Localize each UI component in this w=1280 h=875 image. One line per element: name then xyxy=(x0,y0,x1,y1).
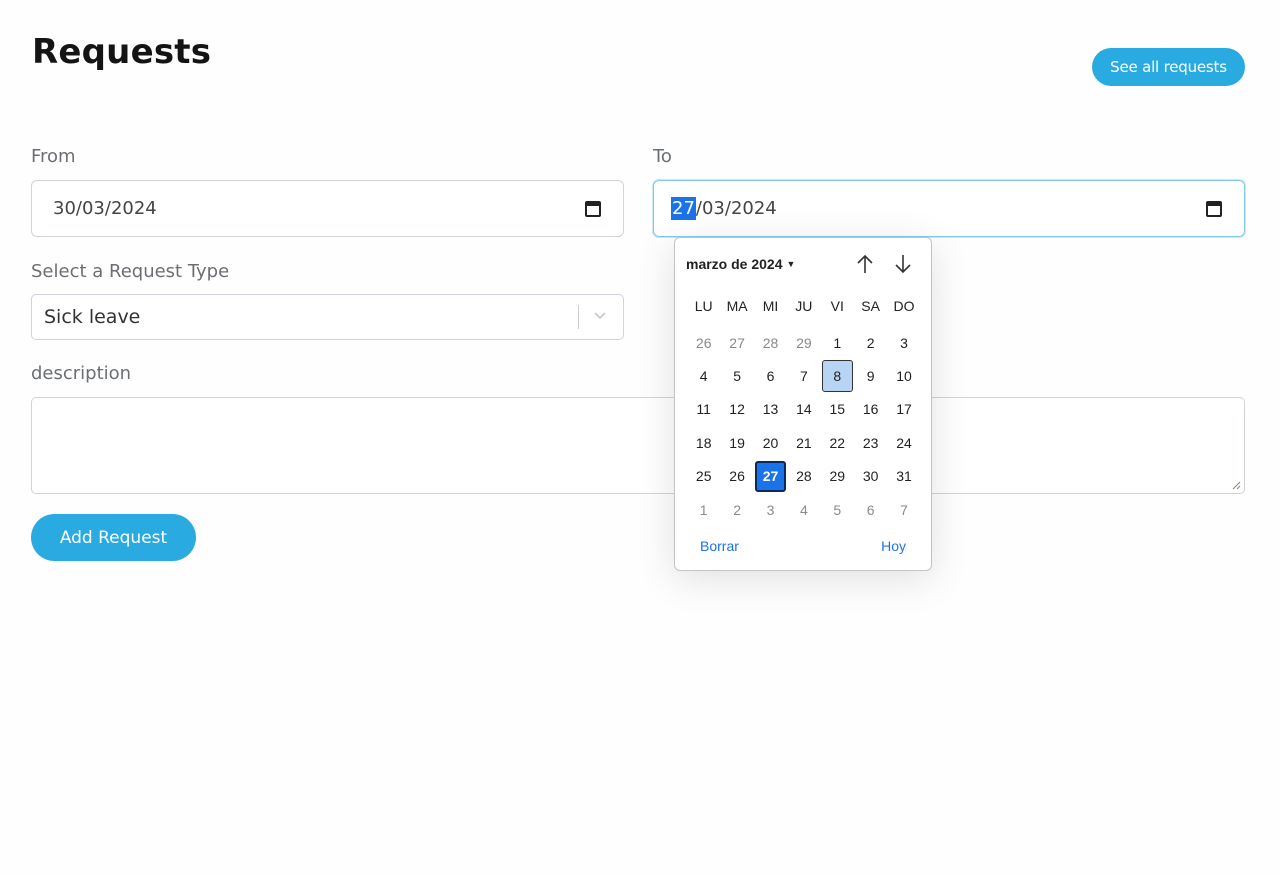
weekday-label: SA xyxy=(861,298,880,314)
select-separator xyxy=(578,305,579,329)
to-date-rest: /03/2024 xyxy=(695,198,777,219)
caret-down-icon: ▼ xyxy=(786,259,796,269)
month-year-label: marzo de 2024 xyxy=(686,256,783,272)
day-cell[interactable]: 2 xyxy=(854,326,887,359)
calendar-icon[interactable] xyxy=(1206,201,1222,217)
add-request-button[interactable]: Add Request xyxy=(31,514,196,561)
to-label: To xyxy=(653,146,672,167)
weekday-label: MA xyxy=(726,298,748,314)
request-type-select[interactable]: Sick leave xyxy=(31,294,624,340)
day-cell[interactable]: 16 xyxy=(854,393,887,426)
day-cell[interactable]: 7 xyxy=(887,493,920,526)
day-cell[interactable]: 6 xyxy=(754,359,787,392)
weekday-label: LU xyxy=(694,298,713,314)
day-cell[interactable]: 30 xyxy=(854,460,887,493)
previous-month-button[interactable] xyxy=(853,252,877,276)
day-cell[interactable]: 29 xyxy=(821,460,854,493)
day-cell[interactable]: 10 xyxy=(887,359,920,392)
day-cell[interactable]: 17 xyxy=(887,393,920,426)
to-date-input[interactable]: 27 /03/2024 xyxy=(653,180,1245,237)
day-cell[interactable]: 1 xyxy=(821,326,854,359)
day-cell[interactable]: 22 xyxy=(821,426,854,459)
weekday-label: DO xyxy=(893,298,915,314)
day-cell[interactable]: 4 xyxy=(687,359,720,392)
weekday-header: LU MA MI JU VI SA DO xyxy=(687,298,921,314)
day-cell[interactable]: 15 xyxy=(821,393,854,426)
day-cell-selected[interactable]: 27 xyxy=(754,460,787,492)
month-year-selector[interactable]: marzo de 2024 ▼ xyxy=(686,256,795,272)
day-grid: 26 27 28 29 1 2 3 4 5 6 7 8 9 10 11 12 13 14 15 16 17 18 19 20 2… xyxy=(687,326,921,526)
day-cell[interactable]: 28 xyxy=(754,326,787,359)
day-cell[interactable]: 3 xyxy=(887,326,920,359)
day-cell[interactable]: 3 xyxy=(754,493,787,526)
from-date-input[interactable]: 30/03/2024 xyxy=(31,180,624,237)
weekday-label: JU xyxy=(795,298,813,314)
request-type-value: Sick leave xyxy=(44,306,141,328)
day-cell[interactable]: 28 xyxy=(787,460,820,493)
calendar-icon[interactable] xyxy=(585,201,601,217)
day-cell[interactable]: 5 xyxy=(821,493,854,526)
day-cell[interactable]: 1 xyxy=(687,493,720,526)
from-date-value: 30/03/2024 xyxy=(53,198,157,219)
arrow-up-icon xyxy=(857,254,873,273)
day-cell[interactable]: 31 xyxy=(887,460,920,493)
resize-grip-icon[interactable] xyxy=(1231,480,1241,490)
day-cell[interactable]: 13 xyxy=(754,393,787,426)
day-cell[interactable]: 27 xyxy=(720,326,753,359)
day-cell-today[interactable]: 8 xyxy=(821,360,853,392)
day-cell[interactable]: 9 xyxy=(854,359,887,392)
date-picker-popup: marzo de 2024 ▼ LU MA MI JU VI SA DO 26 27 28 29 1… xyxy=(674,237,932,571)
arrow-down-icon xyxy=(895,255,911,274)
from-label: From xyxy=(31,146,76,167)
day-cell[interactable]: 29 xyxy=(787,326,820,359)
day-cell[interactable]: 23 xyxy=(854,426,887,459)
page-title: Requests xyxy=(32,32,212,72)
today-button[interactable]: Hoy xyxy=(881,538,906,554)
day-cell[interactable]: 14 xyxy=(787,393,820,426)
day-cell[interactable]: 25 xyxy=(687,460,720,493)
to-date-value: 27 /03/2024 xyxy=(671,197,777,220)
day-cell[interactable]: 11 xyxy=(687,393,720,426)
day-cell[interactable]: 26 xyxy=(687,326,720,359)
day-cell[interactable]: 26 xyxy=(720,460,753,493)
day-cell[interactable]: 18 xyxy=(687,426,720,459)
day-cell[interactable]: 20 xyxy=(754,426,787,459)
day-cell[interactable]: 4 xyxy=(787,493,820,526)
see-all-requests-button[interactable]: See all requests xyxy=(1092,48,1245,86)
day-cell[interactable]: 6 xyxy=(854,493,887,526)
to-date-day-segment[interactable]: 27 xyxy=(671,197,696,220)
day-cell[interactable]: 7 xyxy=(787,359,820,392)
weekday-label: VI xyxy=(830,298,844,314)
description-label: description xyxy=(31,363,132,384)
description-textarea[interactable] xyxy=(31,397,1245,494)
clear-button[interactable]: Borrar xyxy=(700,538,739,554)
request-type-label: Select a Request Type xyxy=(31,261,230,282)
day-cell[interactable]: 2 xyxy=(720,493,753,526)
next-month-button[interactable] xyxy=(891,252,915,276)
chevron-down-icon[interactable] xyxy=(591,306,609,324)
day-cell[interactable]: 5 xyxy=(720,359,753,392)
day-cell[interactable]: 12 xyxy=(720,393,753,426)
day-cell[interactable]: 21 xyxy=(787,426,820,459)
day-cell[interactable]: 19 xyxy=(720,426,753,459)
weekday-label: MI xyxy=(762,298,779,314)
day-cell[interactable]: 24 xyxy=(887,426,920,459)
